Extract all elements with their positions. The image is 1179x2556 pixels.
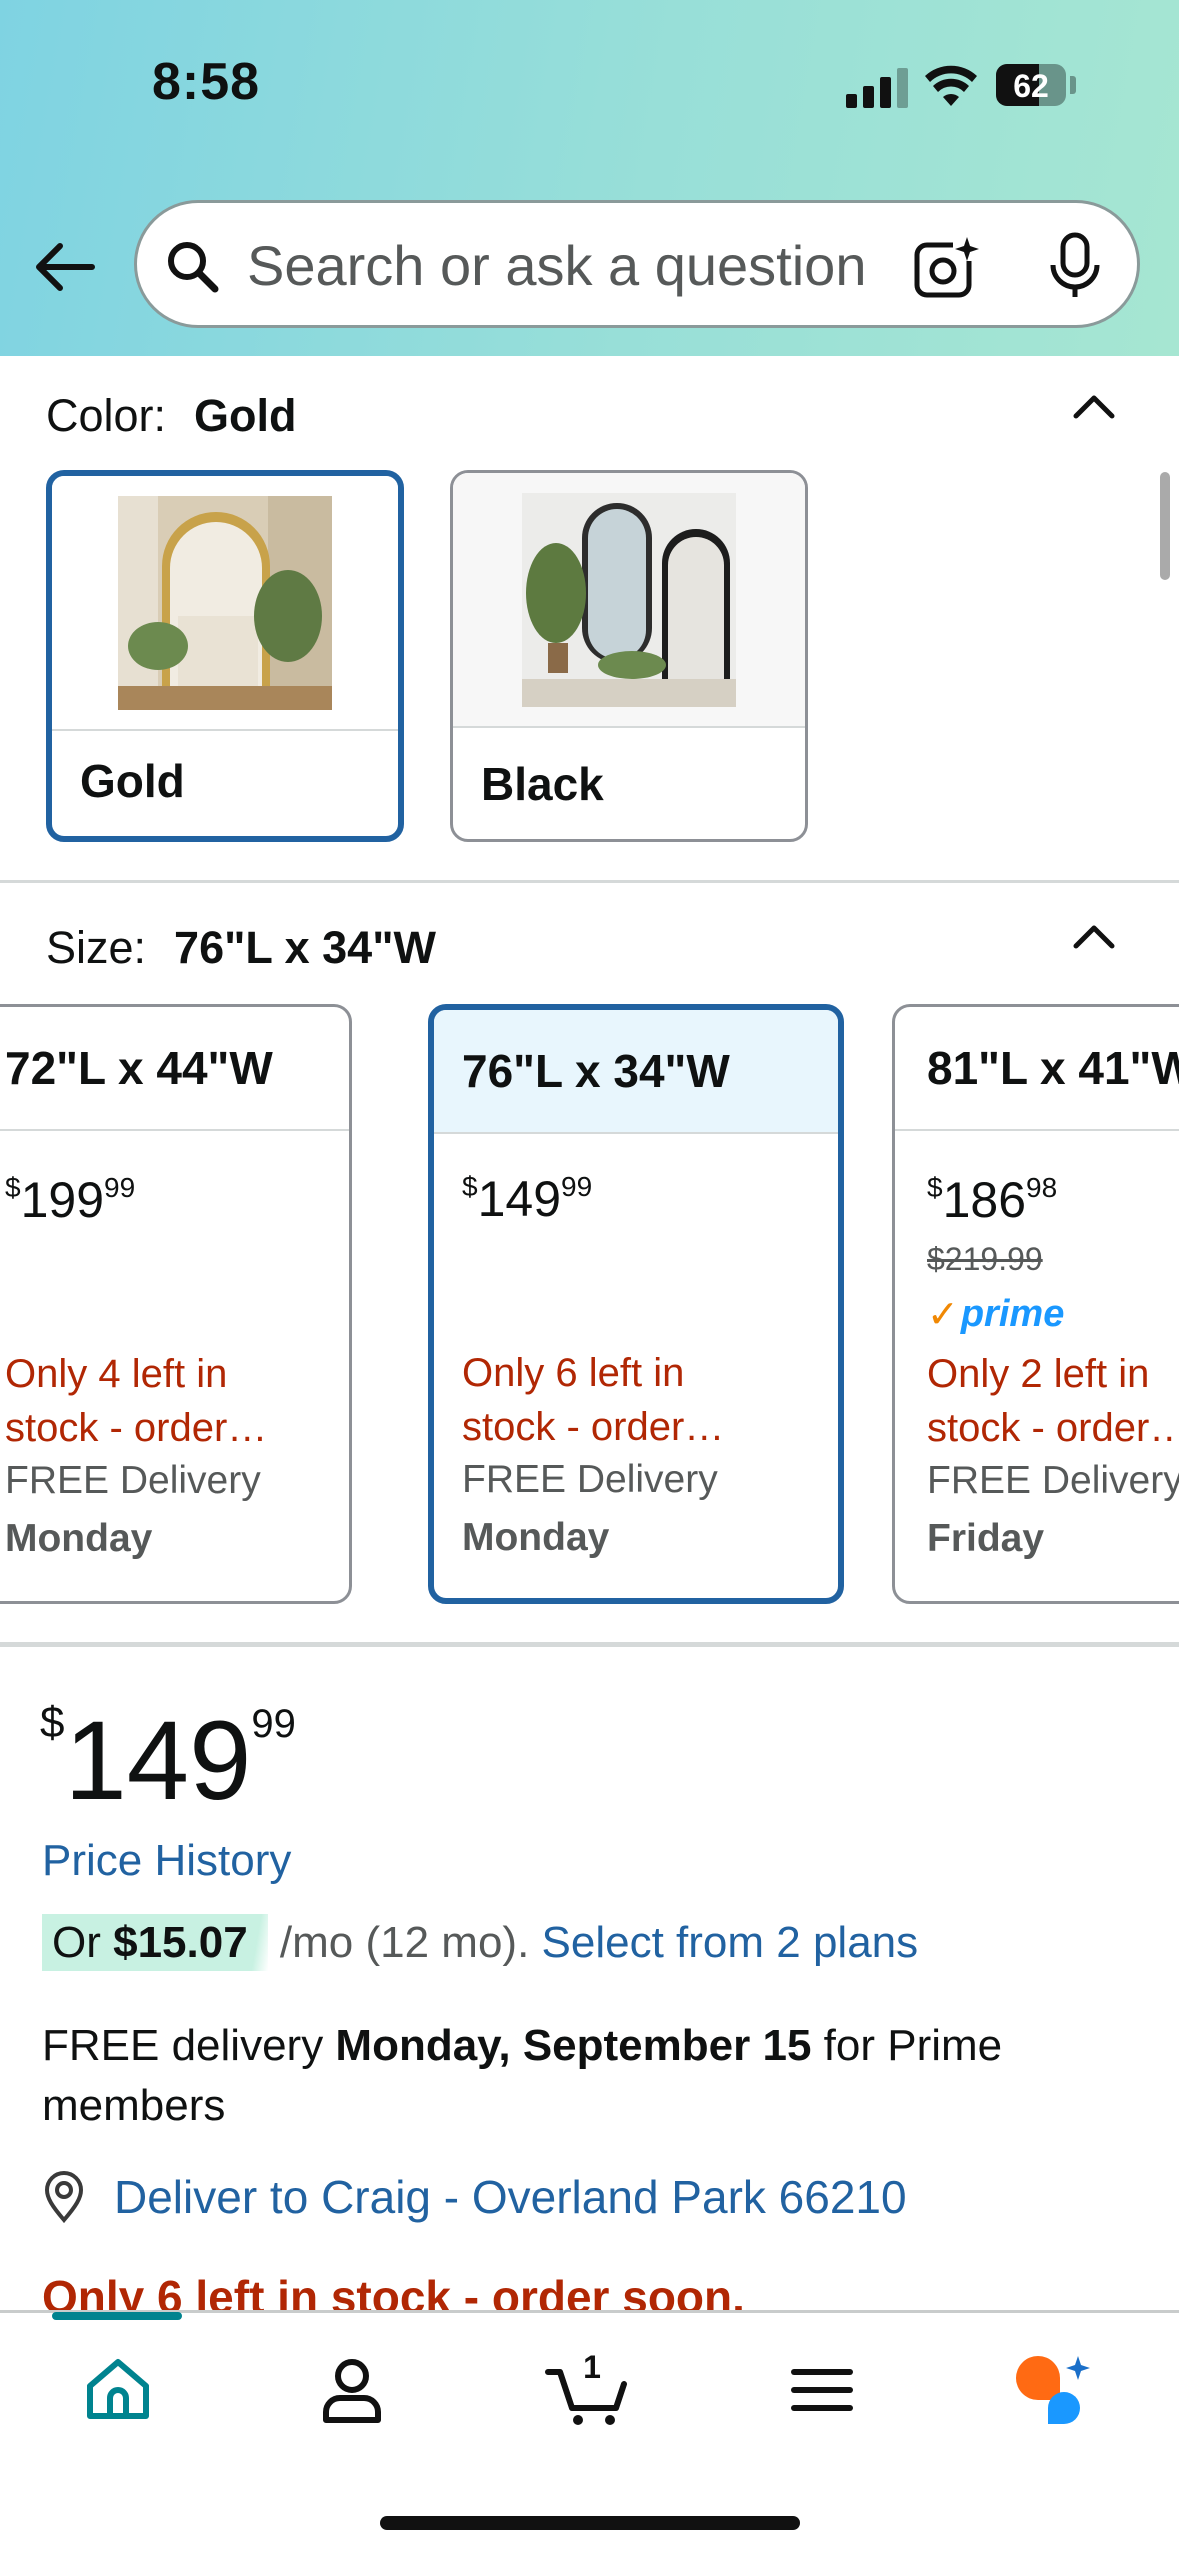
monthly-payment: Or $15.07 /mo (12 mo). Select from 2 pla…	[42, 1914, 919, 1971]
scroll-indicator[interactable]	[1160, 472, 1170, 580]
search-bar[interactable]	[134, 200, 1140, 328]
rufus-ai-icon[interactable]	[1010, 2350, 1100, 2430]
color-option-label: Black	[481, 758, 604, 810]
home-icon[interactable]	[78, 2350, 158, 2430]
microphone-icon[interactable]	[1045, 231, 1105, 301]
size-label: Size: 76"L x 34"W	[46, 922, 437, 973]
cart-count: 1	[583, 2350, 601, 2385]
size-option-price: $19999	[5, 1172, 136, 1228]
deliver-to-link[interactable]: Deliver to Craig - Overland Park 66210	[114, 2170, 907, 2224]
location-pin-icon	[44, 2171, 84, 2224]
selected-size: 76"L x 34"W	[174, 922, 437, 973]
collapse-size-chevron-icon[interactable]	[1070, 920, 1118, 950]
size-option-delivery-day: Friday	[927, 1517, 1045, 1560]
account-icon[interactable]	[312, 2350, 392, 2430]
size-option-delivery: FREE Delivery	[927, 1459, 1179, 1502]
deliver-to-row[interactable]: Deliver to Craig - Overland Park 66210	[42, 2170, 907, 2224]
selected-color: Gold	[194, 390, 297, 441]
size-option-81x41[interactable]: 81"L x 41"W $18698 $219.99 ✓ prime Only 2…	[892, 1004, 1179, 1604]
camera-lens-icon[interactable]	[913, 233, 981, 301]
size-option-72x44[interactable]: 72"L x 44"W $19999 Only 4 left in stock -…	[0, 1004, 352, 1604]
size-option-delivery: FREE Delivery	[5, 1459, 261, 1502]
back-arrow-icon[interactable]	[30, 232, 100, 302]
size-option-delivery-day: Monday	[5, 1517, 153, 1560]
size-option-stock: Only 2 left in stock - order…	[927, 1352, 1179, 1450]
color-option-gold[interactable]: Gold	[46, 470, 404, 842]
size-option-stock: Only 6 left in stock - order…	[462, 1351, 725, 1449]
prime-badge-icon: ✓ prime	[927, 1292, 1065, 1336]
menu-icon[interactable]	[782, 2350, 862, 2430]
collapse-color-chevron-icon[interactable]	[1070, 390, 1118, 420]
swatch-image-area	[52, 476, 398, 731]
size-option-stock: Only 4 left in stock - order…	[5, 1352, 268, 1450]
size-option-76x34[interactable]: 76"L x 34"W $14999 Only 6 left in stock -…	[428, 1004, 844, 1604]
select-plans-link[interactable]: Select from 2 plans	[542, 1918, 919, 1967]
size-option-delivery-day: Monday	[462, 1516, 610, 1559]
battery-icon: 62	[996, 64, 1066, 106]
gold-mirror-thumbnail	[118, 496, 332, 710]
section-divider	[0, 1642, 1179, 1647]
size-option-title: 72"L x 44"W	[0, 1007, 349, 1131]
section-divider	[0, 880, 1179, 883]
free-delivery-text: FREE delivery Monday, September 15 for P…	[42, 2021, 1003, 2130]
cart-icon[interactable]: 1	[544, 2350, 634, 2430]
app-screen: 8:58 62 Search or ask a question Color: …	[0, 0, 1179, 2556]
search-input[interactable]	[247, 233, 967, 297]
battery-percent: 62	[1013, 68, 1049, 104]
cellular-signal-icon	[846, 68, 910, 108]
battery-tip	[1070, 76, 1076, 94]
size-option-title: 76"L x 34"W	[434, 1010, 838, 1134]
color-option-black[interactable]: Black	[450, 470, 808, 842]
nav-active-indicator	[52, 2312, 182, 2320]
size-option-title: 81"L x 41"W	[895, 1007, 1179, 1131]
wifi-icon	[925, 65, 977, 106]
main-price: $14999	[40, 1698, 296, 1823]
size-option-price: $14999	[462, 1171, 593, 1227]
swatch-image-area	[453, 473, 805, 728]
color-option-label: Gold	[80, 755, 185, 807]
black-mirror-thumbnail	[522, 493, 736, 707]
monthly-highlight: Or $15.07	[42, 1914, 268, 1971]
status-time: 8:58	[152, 53, 261, 111]
size-option-price: $18698	[927, 1172, 1058, 1228]
size-option-delivery: FREE Delivery	[462, 1458, 718, 1501]
home-indicator[interactable]	[380, 2516, 800, 2530]
size-option-list-price: $219.99	[927, 1241, 1043, 1277]
header: 8:58 62	[0, 0, 1179, 356]
price-history-link[interactable]: Price History	[42, 1836, 291, 1886]
search-icon	[168, 242, 219, 293]
color-label: Color: Gold	[46, 390, 297, 441]
